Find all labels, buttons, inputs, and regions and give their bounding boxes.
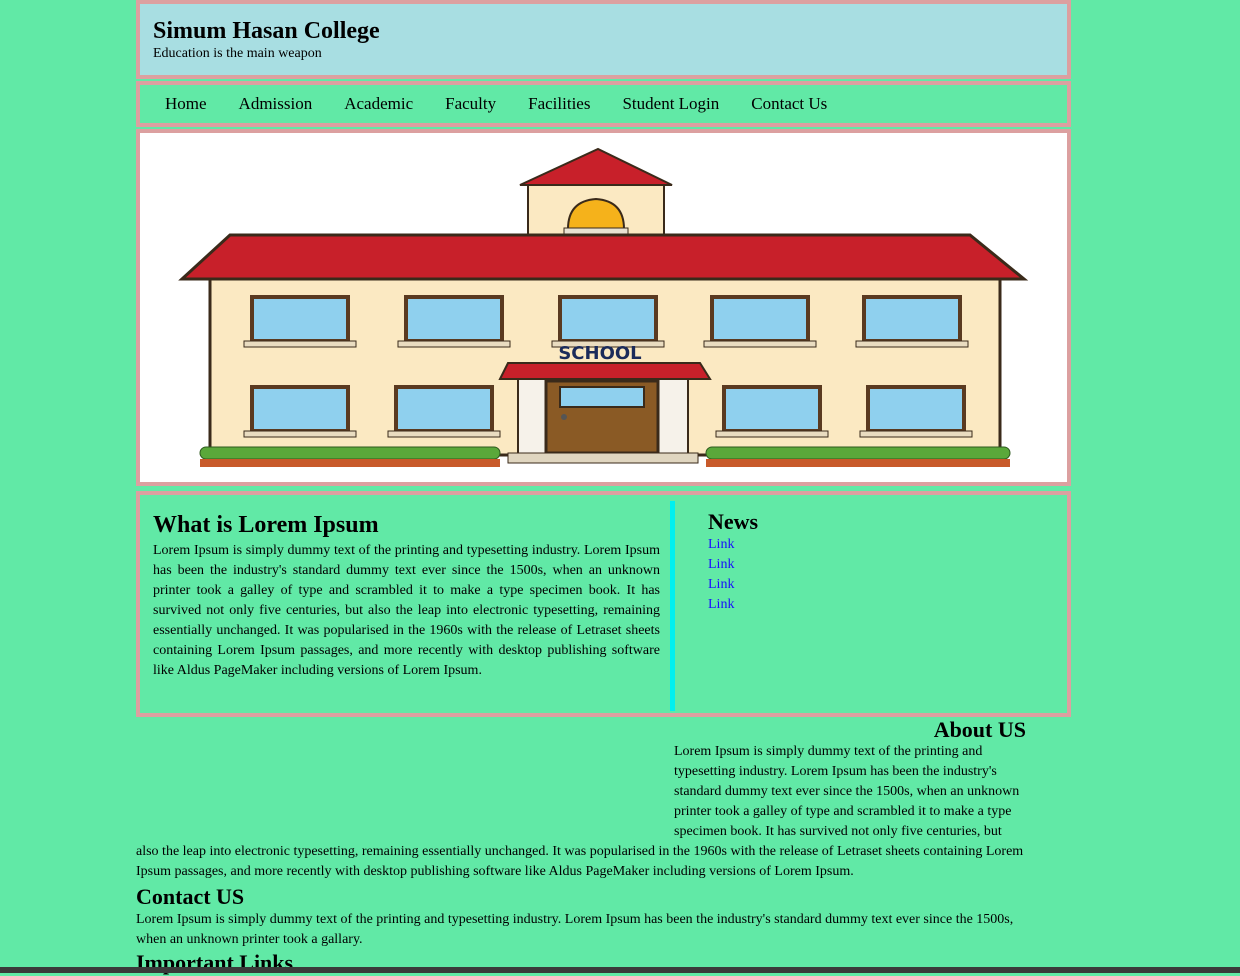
nav-admission[interactable]: Admission xyxy=(239,94,313,114)
column-divider xyxy=(670,501,675,711)
news-link[interactable]: Link xyxy=(708,575,758,595)
news-sidebar: News Link Link Link Link xyxy=(708,509,758,615)
article-heading: What is Lorem Ipsum xyxy=(153,512,379,538)
site-tagline: Education is the main weapon xyxy=(153,46,322,61)
about-float-spacer xyxy=(136,742,674,824)
site-header: Simum Hasan College Education is the mai… xyxy=(136,0,1071,79)
main-nav: Home Admission Academic Faculty Faciliti… xyxy=(136,81,1071,127)
nav-home[interactable]: Home xyxy=(165,94,207,114)
about-heading: About US xyxy=(933,717,1026,742)
content-section: What is Lorem Ipsum Lorem Ipsum is simpl… xyxy=(136,491,1071,717)
about-section: About US Lorem Ipsum is simply dummy tex… xyxy=(136,718,1026,882)
main-article: What is Lorem Ipsum Lorem Ipsum is simpl… xyxy=(153,511,660,681)
news-link[interactable]: Link xyxy=(708,535,758,555)
nav-student-login[interactable]: Student Login xyxy=(622,94,719,114)
nav-faculty[interactable]: Faculty xyxy=(445,94,496,114)
window-bottom-edge xyxy=(0,967,1240,973)
school-building-illustration: SCHOOL xyxy=(178,147,1029,467)
contact-body: Lorem Ipsum is simply dummy text of the … xyxy=(136,912,1014,947)
nav-contact-us[interactable]: Contact Us xyxy=(751,94,827,114)
nav-academic[interactable]: Academic xyxy=(344,94,413,114)
news-heading: News xyxy=(708,509,759,534)
school-sign-text: SCHOOL xyxy=(558,343,641,364)
site-title: Simum Hasan College xyxy=(153,18,380,44)
news-link[interactable]: Link xyxy=(708,555,758,575)
nav-facilities[interactable]: Facilities xyxy=(528,94,590,114)
contact-heading: Contact US xyxy=(136,884,245,909)
contact-section: Contact US Lorem Ipsum is simply dummy t… xyxy=(136,884,1026,950)
hero-banner: SCHOOL xyxy=(136,129,1071,486)
news-link[interactable]: Link xyxy=(708,595,758,615)
article-body: Lorem Ipsum is simply dummy text of the … xyxy=(153,543,660,678)
